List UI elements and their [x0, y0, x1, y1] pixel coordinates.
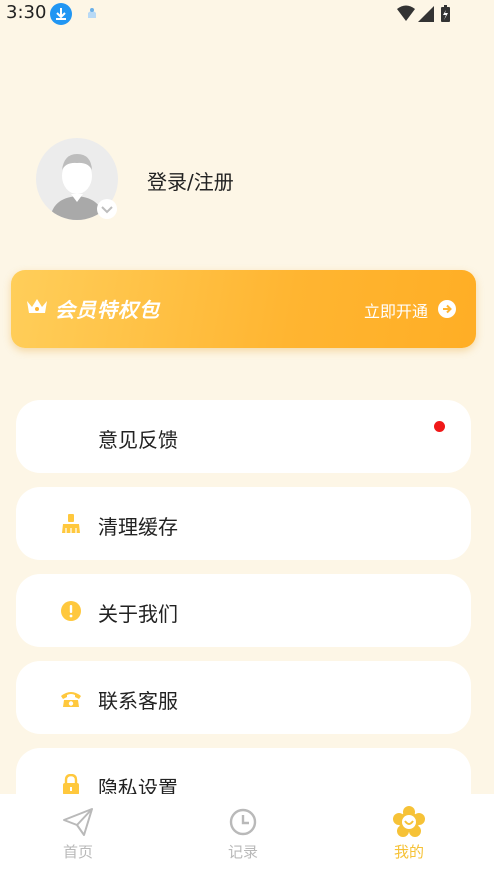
menu-item-about-us[interactable]: 关于我们: [16, 574, 471, 647]
broom-icon: [60, 513, 82, 535]
login-register-link[interactable]: 登录/注册: [147, 166, 234, 195]
download-icon: [50, 3, 72, 25]
arrow-right-icon: [438, 300, 456, 318]
chevron-down-icon: [97, 199, 117, 219]
notification-dot: [434, 421, 445, 432]
tab-records[interactable]: 记录: [193, 794, 293, 880]
menu-item-clear-cache[interactable]: 清理缓存: [16, 487, 471, 560]
clock-icon: [227, 806, 259, 838]
status-time: 3:30: [6, 2, 47, 23]
tab-mine[interactable]: 我的: [359, 794, 459, 880]
vip-activate-link[interactable]: 立即开通: [364, 298, 428, 322]
menu-item-feedback[interactable]: 意见反馈: [16, 400, 471, 473]
notification-app-icon: [85, 5, 99, 25]
menu-label: 联系客服: [98, 689, 178, 713]
vip-title: 会员特权包: [55, 298, 160, 322]
wifi-icon: [397, 5, 415, 21]
vip-card[interactable]: 会员特权包 立即开通: [11, 270, 476, 348]
signal-icon: [418, 6, 434, 22]
battery-icon: [441, 5, 450, 22]
phone-icon: [60, 687, 82, 709]
info-icon: [60, 600, 82, 622]
tab-label: 记录: [227, 843, 258, 861]
status-bar: 3:30: [0, 0, 494, 28]
paper-plane-icon: [62, 806, 94, 838]
bottom-tab-bar: 首页 记录 我的: [0, 794, 494, 880]
menu-item-contact-service[interactable]: 联系客服: [16, 661, 471, 734]
flower-face-icon: [393, 806, 425, 838]
status-indicators: [396, 4, 458, 28]
tab-label: 我的: [393, 843, 424, 861]
lock-icon: [60, 773, 82, 796]
menu-label: 关于我们: [98, 602, 178, 626]
tab-label: 首页: [62, 843, 93, 861]
crown-icon: [25, 297, 49, 321]
menu-label: 清理缓存: [98, 515, 178, 539]
menu-label: 意见反馈: [98, 428, 178, 452]
tab-home[interactable]: 首页: [28, 794, 128, 880]
